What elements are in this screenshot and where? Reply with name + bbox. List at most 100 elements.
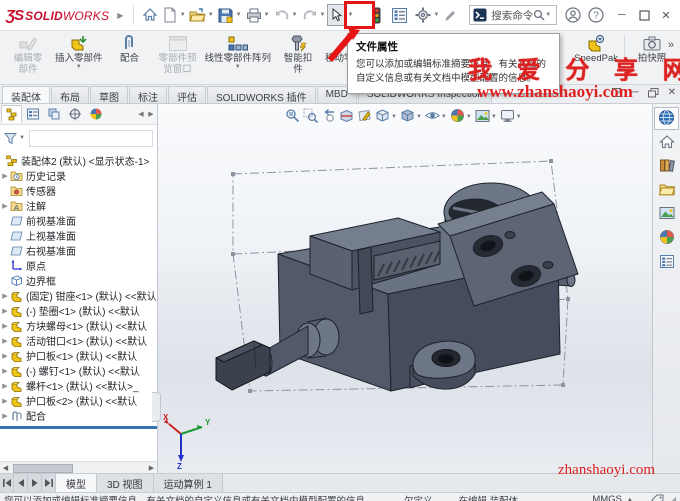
tree-item-17[interactable]: ▶ 配合 [0,408,157,423]
dropdown-arrow-icon[interactable]: ▼ [516,114,522,120]
dropdown-arrow-icon[interactable]: ▼ [76,64,82,71]
home-button[interactable] [654,131,679,154]
filter-funnel-icon[interactable] [4,132,17,145]
hide-show-items-button[interactable]: ▼ [425,108,447,126]
view-settings-button[interactable]: ▼ [500,109,522,126]
zoom-area-button[interactable] [303,108,319,126]
tree-item-16[interactable]: ▶ 护口板<2> (默认) <<默认 [0,393,157,408]
help-button[interactable]: ? [586,4,606,26]
ribbon-button-mate[interactable]: 配合 [106,32,154,64]
minimize-button[interactable]: ─ [612,4,632,26]
new-document-button[interactable] [160,4,180,26]
display-style-button[interactable]: ▼ [400,108,422,126]
doc-close-icon[interactable]: ✕ [668,87,676,98]
view-palette-button[interactable] [654,203,679,226]
ribbon-button-insert-component[interactable]: 插入零部件 ▼ [52,32,106,71]
view-orientation-button[interactable]: ▼ [375,108,397,126]
doc-tab-1[interactable]: 3D 视图 [97,474,154,492]
tree-item-9[interactable]: ▶ (固定) 钳座<1> (默认) <<默认 [0,288,157,303]
file-properties-button[interactable] [390,4,410,26]
scroll-right-icon[interactable]: ▶ [146,464,157,472]
expand-arrow-icon[interactable]: ▶ [0,367,10,375]
tree-item-13[interactable]: ▶ 护口板<1> (默认) <<默认 [0,348,157,363]
redo-button[interactable] [300,4,320,26]
scrollbar-thumb[interactable] [13,464,73,473]
dropdown-arrow-icon[interactable]: ▼ [264,12,270,18]
tab-scroll-prev-icon[interactable] [14,474,28,492]
dropdown-arrow-icon[interactable]: ▼ [433,12,439,18]
scrollbar-track[interactable] [11,463,146,473]
tab-scroll-next-icon[interactable] [28,474,42,492]
tree-item-14[interactable]: ▶ (-) 螺钉<1> (默认) <<默认 [0,363,157,378]
dimxpertmanager-tab[interactable] [64,105,85,123]
previous-view-button[interactable] [321,108,336,126]
login-user-button[interactable] [563,4,583,26]
undo-button[interactable] [272,4,292,26]
tab-scroll-last-icon[interactable] [42,474,56,492]
tree-filter-input[interactable] [28,129,153,147]
tree-item-7[interactable]: 原点 [0,258,157,273]
ribbon-overflow-chevron[interactable]: » [668,39,674,51]
tree-item-5[interactable]: 上视基准面 [0,228,157,243]
tree-item-10[interactable]: ▶ (-) 垫圈<1> (默认) <<默认 [0,303,157,318]
appearances-scenes-button[interactable] [654,227,679,250]
commandmanager-tab-1[interactable]: 布局 [51,86,89,104]
custom-properties-button[interactable] [654,251,679,274]
doc-tab-0[interactable]: 模型 [56,474,97,492]
tree-item-4[interactable]: 前视基准面 [0,213,157,228]
zoom-fit-button[interactable] [285,108,300,126]
ribbon-button-linear-pattern[interactable]: 线性零部件阵列 ▼ [202,32,275,71]
tree-item-8[interactable]: 边界框 [0,273,157,288]
dropdown-arrow-icon[interactable]: ▼ [441,114,447,120]
tree-item-6[interactable]: 右视基准面 [0,243,157,258]
tree-item-12[interactable]: ▶ 活动钳口<1> (默认) <<默认 [0,333,157,348]
open-button[interactable] [188,4,208,26]
tree-horizontal-scrollbar[interactable]: ◀ ▶ [0,461,157,473]
search-icon[interactable] [533,9,545,21]
print-button[interactable] [244,4,264,26]
panel-splitter-handle[interactable] [152,392,161,422]
rollback-bar[interactable] [0,426,157,429]
dropdown-arrow-icon[interactable]: ▼ [320,12,326,18]
section-view-button[interactable] [339,108,354,126]
commandmanager-tab-2[interactable]: 草图 [90,86,128,104]
dropdown-arrow-icon[interactable]: ▼ [235,64,241,71]
edit-appearance-button[interactable]: ▼ [450,108,472,126]
apply-scene-button[interactable]: ▼ [475,109,497,126]
fm-tabs-scroll-left-icon[interactable]: ◀ [136,106,146,122]
expand-arrow-icon[interactable]: ▶ [0,382,10,390]
dropdown-arrow-icon[interactable]: ▼ [545,12,551,18]
dropdown-arrow-icon[interactable]: ▼ [180,12,186,18]
tree-item-2[interactable]: 传感器 [0,183,157,198]
expand-arrow-icon[interactable]: ▶ [0,397,10,405]
design-library-button[interactable] [654,155,679,178]
dropdown-arrow-icon[interactable]: ▼ [391,114,397,120]
tree-item-15[interactable]: ▶ 螺杆<1> (默认) <<默认>_ [0,378,157,393]
expand-arrow-icon[interactable]: ▶ [0,202,10,210]
dropdown-arrow-icon[interactable]: ▼ [236,12,242,18]
scroll-left-icon[interactable]: ◀ [0,464,11,472]
dropdown-arrow-icon[interactable]: ▼ [491,114,497,120]
dropdown-arrow-icon[interactable]: ▼ [208,12,214,18]
commandmanager-tab-3[interactable]: 标注 [129,86,167,104]
assembly-model-3d-view[interactable] [158,104,652,473]
tree-item-11[interactable]: ▶ 方块螺母<1> (默认) <<默认 [0,318,157,333]
fm-tabs-scroll-right-icon[interactable]: ▶ [146,106,156,122]
dropdown-arrow-icon[interactable]: ▼ [292,12,298,18]
expand-arrow-icon[interactable]: ▶ [0,352,10,360]
close-button[interactable]: ✕ [656,4,676,26]
doc-tab-2[interactable]: 运动算例 1 [153,474,223,492]
tree-item-0[interactable]: 装配体2 (默认) <显示状态-1> [0,153,157,168]
file-explorer-button[interactable] [654,179,679,202]
home-button[interactable] [140,4,160,26]
maximize-button[interactable] [634,4,654,26]
options-gear-button[interactable] [413,4,433,26]
commandmanager-tab-0[interactable]: 装配体 [2,86,50,104]
expand-arrow-icon[interactable]: ▶ [0,292,10,300]
resources-globe-button[interactable] [654,107,679,130]
dropdown-arrow-icon[interactable]: ▼ [416,114,422,120]
expand-arrow-icon[interactable]: ▶ [0,307,10,315]
doc-restore-icon[interactable] [647,87,659,98]
tags-icon[interactable] [651,494,664,501]
command-search-box[interactable]: 搜索命令 ▼ [469,5,558,25]
